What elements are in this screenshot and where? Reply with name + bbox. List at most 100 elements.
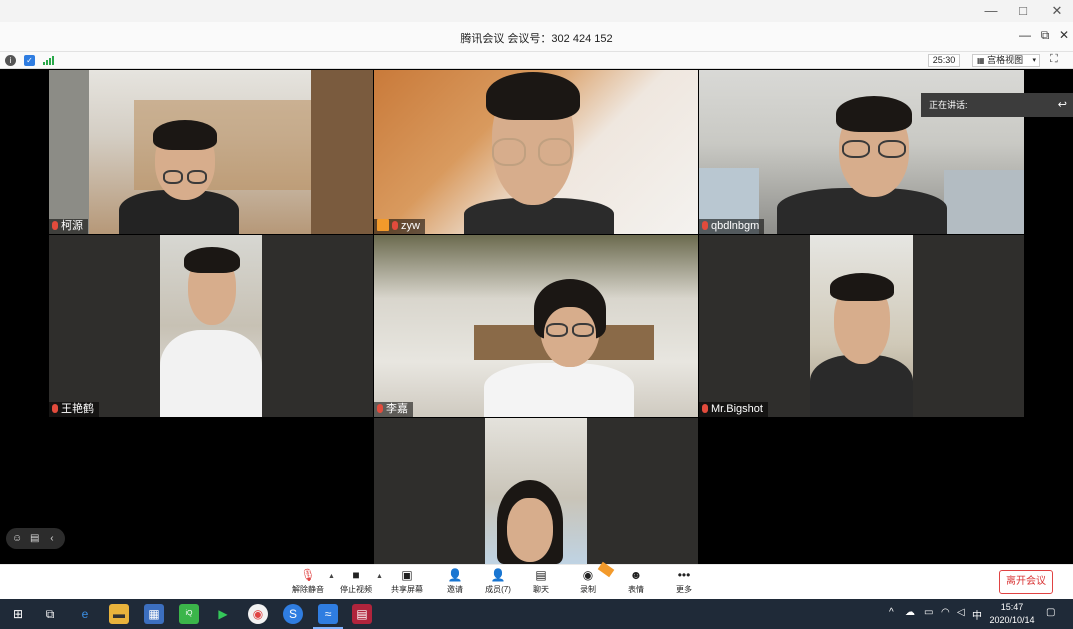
clock-date: 2020/10/14 xyxy=(989,615,1035,625)
mic-muted-icon xyxy=(52,221,58,230)
meeting-toolbar: 🎙 解除静音 ▲ ■ 停止视频 ▲ ▣ 共享屏幕 👤 邀请 👤 成员(7) ▤ … xyxy=(0,561,1073,599)
meeting-close-button[interactable]: ✕ xyxy=(1055,28,1073,42)
windows-start-icon[interactable]: ⊞ xyxy=(8,604,28,624)
speaking-indicator: 正在讲话: ↩ xyxy=(921,93,1073,117)
volume-icon[interactable]: ◁ xyxy=(957,607,965,618)
wifi-icon[interactable]: ◠ xyxy=(941,607,950,618)
mic-muted-icon xyxy=(377,404,383,413)
minimize-button[interactable]: — xyxy=(976,2,1006,20)
participant-name: 李嘉 xyxy=(386,403,408,415)
file-explorer-icon[interactable]: ▬ xyxy=(109,604,129,624)
window-title-bar: — □ ✕ xyxy=(0,0,1073,22)
info-icon[interactable]: i xyxy=(5,55,16,66)
meeting-restore-button[interactable]: ⧉ xyxy=(1036,28,1054,43)
participant-name-tag: qbdlnbgm xyxy=(699,219,765,234)
video-feed xyxy=(374,235,698,417)
windows-taskbar: ⊞ ⧉ e ▬ ▦ iQ ▶ ◉ S ≈ ▤ ^ ☁ ▭ ◠ ◁ 中 15:47… xyxy=(0,599,1073,629)
video-tile[interactable] xyxy=(374,418,698,564)
clock-time: 15:47 xyxy=(1000,602,1024,612)
close-button[interactable]: ✕ xyxy=(1042,2,1072,20)
iqiyi-icon[interactable]: iQ xyxy=(179,604,199,624)
video-feed xyxy=(810,235,913,417)
chat-button[interactable]: ▤ 聊天 xyxy=(516,569,566,599)
meeting-title: 腾讯会议 会议号：302 424 152 xyxy=(460,33,613,45)
add-user-icon: 👤 xyxy=(447,568,463,582)
record-icon: ◉ xyxy=(582,568,594,582)
view-selector[interactable]: ▦ 宫格视图 ▾ xyxy=(972,54,1040,67)
share-screen-button[interactable]: ▣ 共享屏幕 xyxy=(382,569,432,599)
battery-icon[interactable]: ▭ xyxy=(924,607,933,618)
unmute-button[interactable]: 🎙 解除静音 xyxy=(283,569,333,599)
tray-app-icon[interactable]: ☁ xyxy=(905,607,915,618)
notification-icon[interactable]: ▢ xyxy=(1046,607,1055,618)
participant-name-tag: zyw xyxy=(374,219,425,234)
unmute-label: 解除静音 xyxy=(292,585,324,594)
participant-name: Mr.Bigshot xyxy=(711,403,763,415)
sogou-icon[interactable]: S xyxy=(283,604,303,624)
participant-name-tag: 王艳鹤 xyxy=(49,402,99,417)
video-feed xyxy=(485,418,587,564)
participant-name-tag: 柯源 xyxy=(49,219,88,234)
participant-name: zyw xyxy=(401,220,420,232)
edge-icon[interactable]: e xyxy=(75,604,95,624)
video-tile[interactable]: 柯源 xyxy=(49,70,373,234)
speaking-label: 正在讲话: xyxy=(929,100,968,110)
info-bar: i ✓ 25:30 ▦ 宫格视图 ▾ ⛶ xyxy=(0,52,1073,69)
video-feed xyxy=(49,70,373,234)
host-icon xyxy=(377,219,389,231)
emoji-button[interactable]: ☻ 表情 xyxy=(611,569,661,599)
mic-muted-icon xyxy=(702,221,708,230)
chevron-down-icon: ▾ xyxy=(1032,57,1036,64)
chat-label: 聊天 xyxy=(533,585,549,594)
taskbar-clock[interactable]: 15:47 2020/10/14 xyxy=(988,601,1036,627)
archive-icon[interactable]: ▤ xyxy=(352,604,372,624)
participant-name: qbdlnbgm xyxy=(711,220,760,232)
ime-indicator[interactable]: 中 xyxy=(972,607,982,622)
grid-icon: ▦ xyxy=(977,56,985,65)
video-tile[interactable]: 王艳鹤 xyxy=(49,235,373,417)
view-label: 宫格视图 xyxy=(987,55,1024,65)
tray-chevron-icon[interactable]: ^ xyxy=(889,607,894,618)
stop-video-label: 停止视频 xyxy=(340,585,372,594)
leave-meeting-button[interactable]: 离开会议 xyxy=(999,570,1053,594)
mic-off-icon: 🎙 xyxy=(300,568,316,582)
stop-video-button[interactable]: ■ 停止视频 xyxy=(331,569,381,599)
reaction-bar: ☺ ▤ ‹ xyxy=(6,528,65,549)
more-label: 更多 xyxy=(676,585,692,594)
meeting-minimize-button[interactable]: — xyxy=(1016,28,1034,42)
play-icon[interactable]: ▶ xyxy=(213,604,233,624)
chat-bubble-icon[interactable]: ▤ xyxy=(30,533,39,544)
video-tile[interactable]: 李嘉 xyxy=(374,235,698,417)
signal-icon[interactable] xyxy=(43,56,55,65)
camera-icon: ■ xyxy=(352,568,360,582)
tencent-meeting-icon[interactable]: ≈ xyxy=(318,604,338,624)
video-tile[interactable]: zyw xyxy=(374,70,698,234)
mic-muted-icon xyxy=(52,404,58,413)
mic-muted-icon xyxy=(702,404,708,413)
participant-name: 王艳鹤 xyxy=(61,403,94,415)
more-icon: ••• xyxy=(677,568,691,582)
record-button[interactable]: ◉ 录制 xyxy=(563,561,615,599)
shield-icon[interactable]: ✓ xyxy=(24,55,35,66)
video-tile[interactable]: Mr.Bigshot xyxy=(699,235,1024,417)
chevron-left-icon[interactable]: ‹ xyxy=(50,533,53,544)
video-feed xyxy=(160,235,262,417)
fullscreen-icon[interactable]: ⛶ xyxy=(1050,53,1058,66)
members-icon: 👤 xyxy=(490,568,506,582)
reply-icon[interactable]: ↩ xyxy=(1058,93,1067,117)
store-icon[interactable]: ▦ xyxy=(144,604,164,624)
task-view-icon[interactable]: ⧉ xyxy=(40,604,60,624)
meeting-header: 腾讯会议 会议号：302 424 152 — ⧉ ✕ xyxy=(0,22,1073,52)
smiley-icon: ☻ xyxy=(629,568,643,582)
record-label: 录制 xyxy=(580,585,596,594)
participant-name-tag: Mr.Bigshot xyxy=(699,402,768,417)
emoji-icon[interactable]: ☺ xyxy=(12,533,22,544)
app-icon[interactable]: ◉ xyxy=(248,604,268,624)
mic-muted-icon xyxy=(392,221,398,230)
more-button[interactable]: ••• 更多 xyxy=(659,569,709,599)
share-screen-icon: ▣ xyxy=(401,568,413,582)
participant-name-tag: 李嘉 xyxy=(374,402,413,417)
chat-icon: ▤ xyxy=(535,568,547,582)
video-grid: 柯源 zyw qbdlnbgm 王艳鹤 李嘉 Mr.Bigshot xyxy=(0,70,1073,564)
maximize-button[interactable]: □ xyxy=(1008,2,1038,20)
